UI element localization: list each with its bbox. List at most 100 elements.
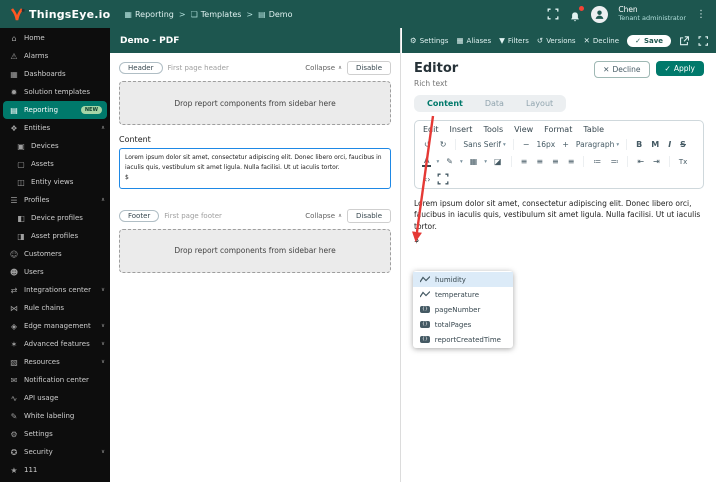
fullscreen-icon[interactable] [547, 8, 559, 20]
sidebar-item-profiles[interactable]: ☰ Profiles ∧ [0, 191, 110, 209]
sidebar-item-device-profiles[interactable]: ◧ Device profiles [0, 209, 110, 227]
header-dropzone[interactable]: Drop report components from sidebar here [119, 81, 391, 125]
sidebar-item-advanced-features[interactable]: ✶ Advanced features ∨ [0, 335, 110, 353]
sidebar-item-asset-profiles[interactable]: ◨ Asset profiles [0, 227, 110, 245]
versions-button[interactable]: ↺ Versions [537, 36, 576, 45]
bullet-list-icon[interactable]: ≔ [591, 157, 603, 166]
rich-text-content[interactable]: Lorem ipsum dolor sit amet, consectetur … [414, 198, 704, 232]
indent-icon[interactable]: ⇥ [651, 157, 662, 166]
sidebar-item-integrations-center[interactable]: ⇄ Integrations center ∨ [0, 281, 110, 299]
menu-insert[interactable]: Insert [450, 125, 473, 134]
footer-dropzone[interactable]: Drop report components from sidebar here [119, 228, 391, 273]
content-rich-text-field[interactable]: Lorem ipsum dolor sit amet, consectetur … [119, 148, 391, 189]
numbered-list-icon[interactable]: ≕ [608, 157, 620, 166]
sidebar-item-entity-views[interactable]: ◫ Entity views [0, 173, 110, 191]
chevron-down-icon[interactable]: ▾ [484, 159, 487, 165]
strikethrough-button[interactable]: S [678, 140, 688, 149]
sidebar-item-notification-center[interactable]: ✉ Notification center [0, 371, 110, 389]
editor-decline-button[interactable]: ✕ Decline [594, 61, 650, 78]
insert-image-icon[interactable]: ◪ [492, 157, 504, 166]
sidebar-item-111[interactable]: ★ 111 [0, 461, 110, 479]
sidebar-item-users[interactable]: ☻ Users [0, 263, 110, 281]
tab-layout[interactable]: Layout [515, 96, 564, 111]
outdent-icon[interactable]: ⇤ [635, 157, 646, 166]
footer-disable-button[interactable]: Disable [347, 208, 391, 223]
menu-edit[interactable]: Edit [423, 125, 439, 134]
breadcrumb-item-templates[interactable]: ❏ Templates [191, 10, 242, 19]
merge-tag-button[interactable]: M [649, 140, 661, 149]
sidebar-item-settings[interactable]: ⚙ Settings [0, 425, 110, 443]
undo-icon[interactable]: ↺ [422, 140, 433, 149]
save-button[interactable]: ✓ Save [627, 34, 672, 47]
sidebar-item-edge-management[interactable]: ◈ Edge management ∨ [0, 317, 110, 335]
expand-panel-icon[interactable] [697, 35, 708, 47]
menu-format[interactable]: Format [544, 125, 572, 134]
footer-collapse-button[interactable]: Collapse ∧ [305, 212, 342, 220]
header-chip[interactable]: Header [119, 62, 163, 74]
autocomplete-item-humidity[interactable]: humidity [413, 272, 513, 287]
chevron-down-icon[interactable]: ▾ [460, 159, 463, 165]
sidebar-item-home[interactable]: ⌂ Home [0, 29, 110, 47]
italic-button[interactable]: I [666, 140, 673, 149]
tab-content[interactable]: Content [416, 96, 474, 111]
header-collapse-button[interactable]: Collapse ∧ [305, 64, 342, 72]
autocomplete-item-pageNumber[interactable]: {} pageNumber [413, 302, 513, 317]
block-format-value: Paragraph [575, 140, 615, 149]
editor-apply-button[interactable]: ✓ Apply [655, 61, 704, 76]
autocomplete-item-totalPages[interactable]: {} totalPages [413, 317, 513, 332]
sidebar-item-dashboards[interactable]: ▦ Dashboards [0, 65, 110, 83]
clear-formatting-icon[interactable]: Tx [677, 158, 689, 166]
source-code-icon[interactable]: ‹› [422, 175, 432, 184]
breadcrumb-item-demo[interactable]: ▤ Demo [258, 10, 292, 19]
bold-button[interactable]: B [634, 140, 644, 149]
align-right-icon[interactable]: ≡ [550, 157, 561, 166]
sidebar-item-solution-templates[interactable]: ✹ Solution templates [0, 83, 110, 101]
user-info[interactable]: Chen Tenant administrator [618, 5, 686, 22]
menu-table[interactable]: Table [583, 125, 604, 134]
sidebar-item-reporting[interactable]: ▤ Reporting NEW [3, 101, 107, 119]
text-color-icon[interactable]: A [422, 156, 432, 167]
menu-tools[interactable]: Tools [483, 125, 503, 134]
settings-button[interactable]: ⚙ Settings [410, 36, 448, 45]
app-logo[interactable]: ThingsEye.io [10, 7, 110, 22]
sidebar-item-api-usage[interactable]: ∿ API usage [0, 389, 110, 407]
avatar[interactable] [591, 5, 609, 23]
decline-header-button[interactable]: ✕ Decline [584, 36, 619, 45]
footer-chip[interactable]: Footer [119, 209, 160, 222]
highlight-pen-icon[interactable]: ✎ [444, 157, 455, 166]
autocomplete-item-temperature[interactable]: temperature [413, 287, 513, 302]
aliases-button[interactable]: ▦ Aliases [456, 36, 491, 45]
filters-button[interactable]: ▼ Filters [499, 36, 529, 45]
sidebar-item-entities[interactable]: ❖ Entities ∧ [0, 119, 110, 137]
align-center-icon[interactable]: ≡ [534, 157, 545, 166]
block-format-select[interactable]: Paragraph ▾ [576, 140, 619, 149]
redo-icon[interactable]: ↻ [438, 140, 449, 149]
editor-body: Editor ✕ Decline ✓ Apply Rich text Conte… [402, 53, 716, 482]
rich-text-cursor-line[interactable]: $ [414, 235, 704, 244]
tab-data[interactable]: Data [474, 96, 515, 111]
align-left-icon[interactable]: ≡ [519, 157, 530, 166]
sidebar-item-rule-chains[interactable]: ⋈ Rule chains [0, 299, 110, 317]
chevron-down-icon[interactable]: ▾ [436, 159, 439, 165]
notifications-bell-icon[interactable] [569, 6, 585, 22]
autocomplete-item-reportCreatedTime[interactable]: {} reportCreatedTime [413, 332, 513, 347]
sidebar-item-customers[interactable]: ☺ Customers [0, 245, 110, 263]
sidebar-item-assets[interactable]: ▢ Assets [0, 155, 110, 173]
sidebar-item-devices[interactable]: ▣ Devices [0, 137, 110, 155]
table-icon[interactable]: ▦ [468, 157, 480, 166]
editor-fullscreen-icon[interactable] [437, 173, 449, 185]
breadcrumb-item-reporting[interactable]: ▦ Reporting [124, 10, 173, 19]
kebab-menu-icon[interactable]: ⋮ [696, 9, 706, 20]
sidebar-item-resources[interactable]: ▧ Resources ∨ [0, 353, 110, 371]
font-family-select[interactable]: Sans Serif ▾ [463, 140, 505, 149]
header-disable-button[interactable]: Disable [347, 61, 391, 75]
open-in-new-icon[interactable] [679, 35, 689, 47]
font-size-increase-icon[interactable]: + [560, 140, 571, 149]
sidebar-item-white-labeling[interactable]: ✎ White labeling [0, 407, 110, 425]
align-justify-icon[interactable]: ≡ [566, 157, 577, 166]
sidebar-item-alarms[interactable]: ⚠ Alarms [0, 47, 110, 65]
font-size-decrease-icon[interactable]: − [521, 140, 532, 149]
font-size-value[interactable]: 16px [536, 140, 555, 149]
menu-view[interactable]: View [514, 125, 533, 134]
sidebar-item-security[interactable]: ✪ Security ∨ [0, 443, 110, 461]
